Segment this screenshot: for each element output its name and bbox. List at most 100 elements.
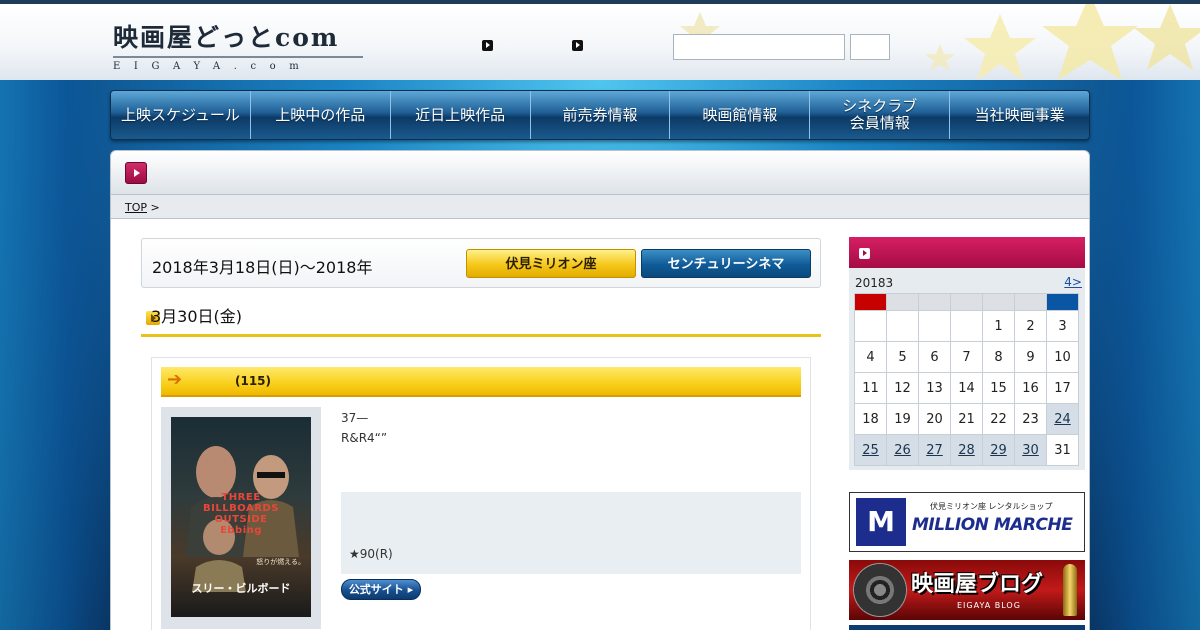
calendar-day-25[interactable]: 25 — [855, 435, 886, 465]
trophy-icon — [1063, 564, 1077, 616]
calendar-day-23: 23 — [1015, 404, 1046, 434]
weekday-thursday — [983, 294, 1014, 310]
calendar-empty-cell — [855, 311, 886, 341]
calendar-day-3: 3 — [1047, 311, 1078, 341]
calendar-day-17: 17 — [1047, 373, 1078, 403]
play-icon — [859, 248, 870, 259]
search-button[interactable] — [850, 34, 890, 60]
film-info-box: ★90(R) — [341, 492, 801, 574]
calendar-day-20: 20 — [919, 404, 950, 434]
weekday-monday — [887, 294, 918, 310]
weekday-saturday — [1047, 294, 1078, 310]
header-link-2-icon[interactable] — [572, 40, 583, 51]
million-logo-icon: M — [856, 498, 906, 546]
calendar-day-5: 5 — [887, 342, 918, 372]
official-site-button[interactable]: 公式サイト ▸ — [341, 579, 421, 600]
global-nav: 上映スケジュール 上映中の作品 近日上映作品 前売券情報 映画館情報 シネクラブ… — [110, 90, 1090, 140]
nav-advance-tickets[interactable]: 前売券情報 — [531, 91, 671, 139]
nav-cineclub[interactable]: シネクラブ 会員情報 — [810, 91, 951, 139]
site-logo[interactable]: 映画屋どっとcom EIGAYA.com — [113, 18, 363, 72]
film-description: 37— R&R4“” — [341, 411, 388, 445]
breadcrumb-top-link[interactable]: TOP — [125, 201, 147, 214]
film-entry: ➔ (115) THREE BILLBOARDS OUTSIDE Ebbing … — [151, 357, 811, 630]
logo-text: 映画屋どっとcom — [113, 23, 340, 52]
calendar-day-8: 8 — [983, 342, 1014, 372]
logo-subtext: EIGAYA.com — [113, 56, 363, 72]
calendar-day-26[interactable]: 26 — [887, 435, 918, 465]
calendar-day-16: 16 — [1015, 373, 1046, 403]
page-title-bar — [110, 150, 1090, 195]
calendar-grid: 1 2 3 4 5 6 7 8 9 10 11 12 13 14 15 16 17 18 19 20 21 22 23 24 2… — [854, 293, 1079, 466]
poster-japanese-title: スリー・ビルボード — [191, 582, 291, 595]
weekday-tuesday — [919, 294, 950, 310]
poster-tagline: 怒りが燃える。 — [256, 558, 305, 566]
calendar-day-29[interactable]: 29 — [983, 435, 1014, 465]
theater-century-cinema-button[interactable]: センチュリーシネマ — [641, 249, 811, 278]
nav-film-business[interactable]: 当社映画事業 — [950, 91, 1089, 139]
calendar-header — [849, 237, 1085, 268]
calendar-day-1: 1 — [983, 311, 1014, 341]
calendar-day-31: 31 — [1047, 435, 1078, 465]
weekday-wednesday — [951, 294, 982, 310]
million-banner-title: MILLION MARCHE — [912, 515, 1073, 535]
film-rating: ★90(R) — [349, 547, 393, 561]
film-reel-icon — [853, 563, 907, 617]
calendar-day-27[interactable]: 27 — [919, 435, 950, 465]
calendar-day-28[interactable]: 28 — [951, 435, 982, 465]
nav-theater-info[interactable]: 映画館情報 — [670, 91, 811, 139]
poster-title-text: THREE BILLBOARDS OUTSIDE Ebbing — [203, 492, 279, 536]
arrow-right-icon: ➔ — [167, 369, 183, 390]
calendar-week-row: 4 5 6 7 8 9 10 — [855, 342, 1078, 372]
header-link-1-icon[interactable] — [482, 40, 493, 51]
film-runtime: (115) — [235, 374, 272, 388]
official-site-label: 公式サイト — [348, 583, 404, 596]
site-header: 映画屋どっとcom EIGAYA.com — [0, 0, 1200, 80]
calendar-day-21: 21 — [951, 404, 982, 434]
calendar-day-19: 19 — [887, 404, 918, 434]
weekday-sunday — [855, 294, 886, 310]
calendar-week-row: 123 — [855, 311, 1078, 341]
search-input[interactable] — [673, 34, 845, 60]
calendar-day-4: 4 — [855, 342, 886, 372]
theater-fushimi-million-button[interactable]: 伏見ミリオン座 — [466, 249, 636, 278]
million-marche-banner[interactable]: M 伏見ミリオン座 レンタルショップ MILLION MARCHE — [849, 492, 1085, 552]
calendar: 20183 4> 1 2 3 4 5 6 7 8 9 10 11 12 13 14 15 16 17 18 19 20… — [849, 268, 1085, 470]
schedule-end-date-heading: 3月30日(金) — [141, 301, 821, 337]
nav-coming-soon[interactable]: 近日上映作品 — [391, 91, 531, 139]
calendar-day-2: 2 — [1015, 311, 1046, 341]
calendar-week-row: 11 12 13 14 15 16 17 — [855, 373, 1078, 403]
schedule-date-box: 2018年3月18日(日)〜2018年 伏見ミリオン座 センチュリーシネマ — [141, 238, 821, 288]
calendar-month: 20183 — [855, 276, 894, 290]
million-banner-caption: 伏見ミリオン座 レンタルショップ — [930, 502, 1053, 511]
calendar-day-7: 7 — [951, 342, 982, 372]
calendar-day-22: 22 — [983, 404, 1014, 434]
schedule-end-date: 3月30日(金) — [151, 307, 243, 326]
film-title-bar: ➔ (115) — [161, 367, 801, 397]
calendar-empty-cell — [887, 311, 918, 341]
calendar-day-11: 11 — [855, 373, 886, 403]
calendar-day-6: 6 — [919, 342, 950, 372]
blog-banner-title: 映画屋ブログ — [911, 572, 1044, 597]
weekday-friday — [1015, 294, 1046, 310]
eigaya-blog-banner[interactable]: 映画屋ブログ EIGAYA BLOG — [849, 560, 1085, 620]
nav-now-showing[interactable]: 上映中の作品 — [251, 91, 391, 139]
film-poster-frame: THREE BILLBOARDS OUTSIDE Ebbing 怒りが燃える。 … — [161, 407, 321, 629]
calendar-week-row: 25 26 27 28 29 30 31 — [855, 435, 1078, 465]
breadcrumb: TOP > — [110, 195, 1090, 219]
nav-schedule[interactable]: 上映スケジュール — [111, 91, 251, 139]
next-banner-partial[interactable] — [849, 625, 1085, 630]
calendar-next-month-link[interactable]: 4> — [1064, 275, 1082, 289]
calendar-day-24[interactable]: 24 — [1047, 404, 1078, 434]
calendar-day-14: 14 — [951, 373, 982, 403]
calendar-day-18: 18 — [855, 404, 886, 434]
calendar-week-row: 18 19 20 21 22 23 24 — [855, 404, 1078, 434]
play-icon — [125, 162, 147, 184]
calendar-day-30[interactable]: 30 — [1015, 435, 1046, 465]
calendar-day-15: 15 — [983, 373, 1014, 403]
calendar-empty-cell — [919, 311, 950, 341]
calendar-day-10: 10 — [1047, 342, 1078, 372]
blog-banner-subtitle: EIGAYA BLOG — [957, 601, 1021, 610]
film-poster[interactable]: THREE BILLBOARDS OUTSIDE Ebbing 怒りが燃える。 … — [171, 417, 311, 617]
main-content: 2018年3月18日(日)〜2018年 伏見ミリオン座 センチュリーシネマ 3月… — [110, 219, 1090, 630]
calendar-day-9: 9 — [1015, 342, 1046, 372]
